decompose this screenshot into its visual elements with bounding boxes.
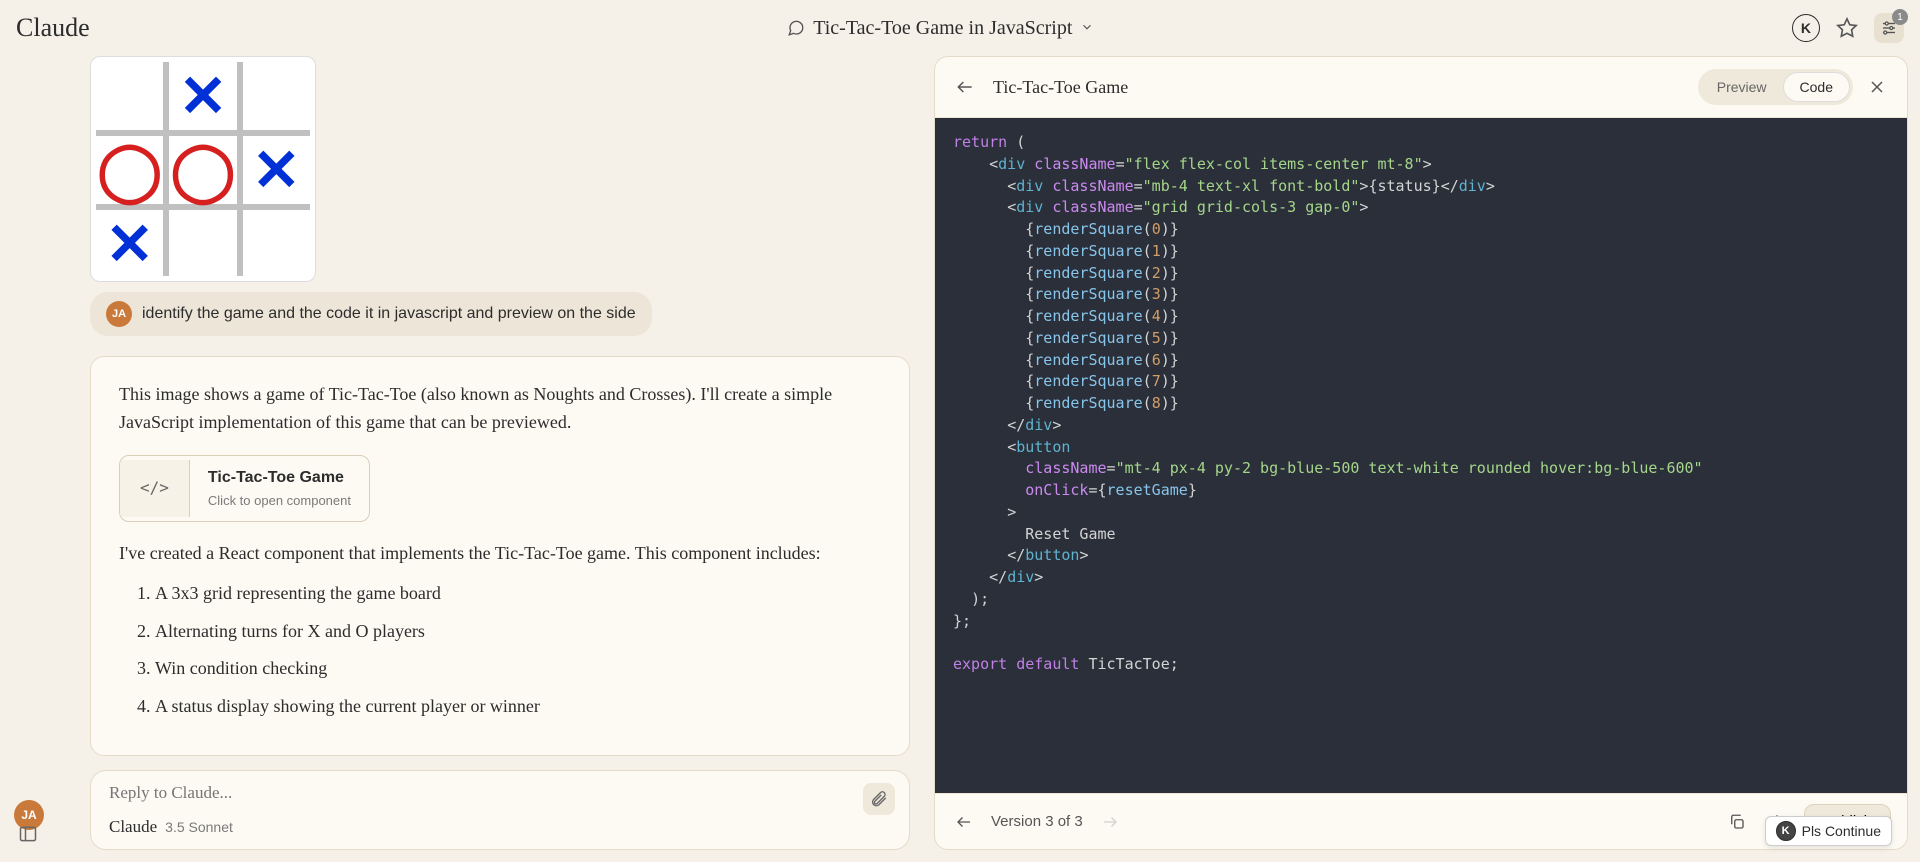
ttt-cell: ◯ (169, 136, 236, 204)
ttt-cell: ✕ (243, 136, 310, 204)
user-avatar: JA (106, 301, 132, 327)
attached-image[interactable]: ✕ ◯ ◯ ✕ ✕ (90, 56, 316, 282)
feature-list: A 3x3 grid representing the game board A… (155, 580, 881, 722)
main-area: ✕ ◯ ◯ ✕ ✕ JA identify the game and the c… (0, 56, 1920, 862)
logo[interactable]: Claude (16, 13, 90, 43)
ttt-cell: ✕ (169, 62, 236, 130)
ttt-cell: ✕ (96, 210, 163, 278)
continue-pill[interactable]: K Pls Continue (1765, 816, 1892, 846)
ttt-cell (96, 62, 163, 130)
prev-version-button[interactable] (951, 809, 977, 835)
chevron-down-icon (1080, 17, 1094, 40)
artifact-header: Tic-Tac-Toe Game Preview Code (935, 57, 1907, 118)
top-bar: Claude Tic-Tac-Toe Game in JavaScript K … (0, 0, 1920, 56)
artifact-title: Tic-Tac-Toe Game (993, 77, 1128, 98)
back-button[interactable] (951, 73, 979, 101)
user-message-text: identify the game and the code it in jav… (142, 305, 636, 323)
version-label: Version 3 of 3 (991, 813, 1083, 830)
attach-button[interactable] (863, 783, 895, 815)
k-badge-small: K (1776, 821, 1796, 841)
component-chip[interactable]: </> Tic-Tac-Toe Game Click to open compo… (119, 455, 370, 522)
ttt-cell (169, 210, 236, 278)
reply-box[interactable]: Claude 3.5 Sonnet (90, 770, 910, 850)
model-name[interactable]: Claude (109, 817, 157, 837)
assistant-intro: This image shows a game of Tic-Tac-Toe (… (119, 381, 881, 437)
code-area[interactable]: return ( <div className="flex flex-col i… (935, 118, 1907, 793)
tab-code[interactable]: Code (1783, 72, 1850, 102)
continue-label: Pls Continue (1802, 823, 1881, 839)
tictactoe-grid: ✕ ◯ ◯ ✕ ✕ (96, 62, 310, 276)
sidebar-toggle-button[interactable] (14, 820, 42, 848)
code-icon: </> (120, 460, 190, 517)
copy-button[interactable] (1724, 809, 1750, 835)
version-nav: Version 3 of 3 (951, 809, 1123, 835)
list-item: Alternating turns for X and O players (155, 618, 881, 646)
chat-icon (787, 19, 805, 37)
chip-subtitle: Click to open component (208, 491, 351, 511)
assistant-followup: I've created a React component that impl… (119, 540, 881, 568)
ttt-cell: ◯ (96, 136, 163, 204)
view-toggle: Preview Code (1698, 69, 1853, 105)
model-version: 3.5 Sonnet (165, 819, 233, 835)
list-item: A status display showing the current pla… (155, 693, 881, 721)
top-right-controls: K 1 (1792, 13, 1904, 43)
tab-preview[interactable]: Preview (1701, 72, 1783, 102)
ttt-cell (243, 210, 310, 278)
list-item: A 3x3 grid representing the game board (155, 580, 881, 608)
close-button[interactable] (1863, 73, 1891, 101)
k-badge[interactable]: K (1792, 14, 1820, 42)
artifact-footer: Version 3 of 3 Publish (935, 793, 1907, 849)
reply-input[interactable] (109, 783, 891, 803)
reply-footer: Claude 3.5 Sonnet (109, 817, 891, 837)
sliders-badge-count: 1 (1892, 9, 1908, 25)
chat-title[interactable]: Tic-Tac-Toe Game in JavaScript (787, 17, 1094, 40)
assistant-message: This image shows a game of Tic-Tac-Toe (… (90, 356, 910, 756)
sliders-button[interactable]: 1 (1874, 13, 1904, 43)
ttt-cell (243, 62, 310, 130)
chat-column: ✕ ◯ ◯ ✕ ✕ JA identify the game and the c… (12, 56, 922, 850)
list-item: Win condition checking (155, 655, 881, 683)
artifact-panel: Tic-Tac-Toe Game Preview Code return ( <… (934, 56, 1908, 850)
chip-title: Tic-Tac-Toe Game (208, 466, 351, 491)
star-button[interactable] (1832, 13, 1862, 43)
next-version-button[interactable] (1097, 809, 1123, 835)
user-message: JA identify the game and the code it in … (90, 292, 652, 336)
chat-title-text: Tic-Tac-Toe Game in JavaScript (813, 17, 1072, 40)
